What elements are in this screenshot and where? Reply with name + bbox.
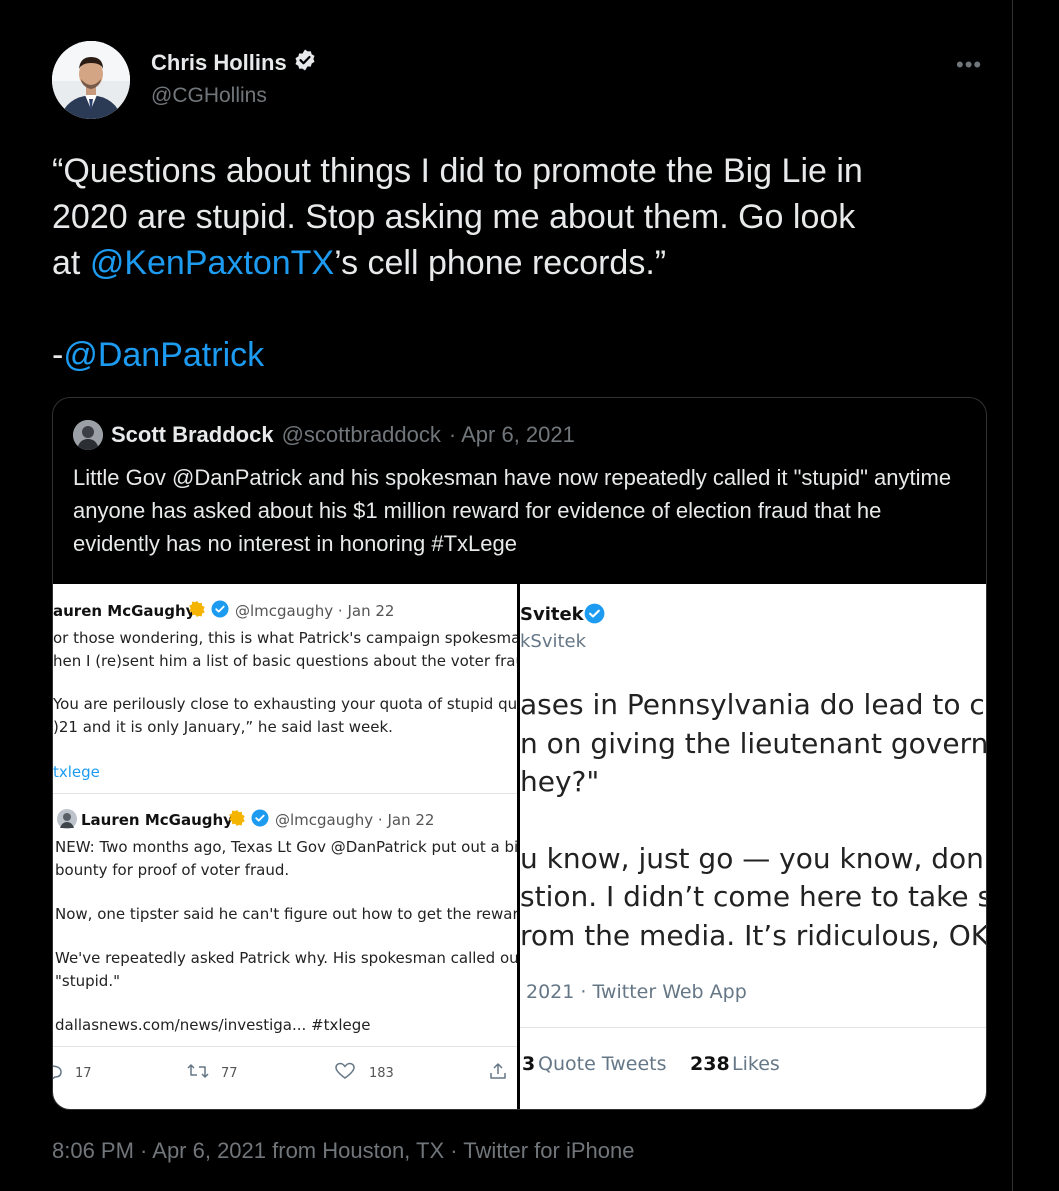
embedded-text-line: hen I (re)sent him a list of basic quest… (53, 652, 517, 670)
author-avatar[interactable] (52, 41, 130, 119)
embedded-text-line: Now, one tipster said he can't figure ou… (55, 905, 517, 923)
quote-image-left[interactable]: auren McGaughy @lmcgaughy · Jan 22 or th… (53, 584, 517, 1109)
gold-badge-icon (188, 600, 206, 622)
quote-image-right[interactable]: Svitek kSvitek ases in Pennsylvania do l… (520, 584, 986, 1109)
gold-badge-icon (228, 809, 246, 831)
embedded-divider (520, 1027, 986, 1028)
quote-author-handle[interactable]: @scottbraddock (282, 422, 441, 448)
embedded-text-line: You are perilously close to exhausting y… (53, 695, 517, 713)
embedded-meta: 2021 · Twitter Web App (526, 981, 747, 1003)
quote-author-name[interactable]: Scott Braddock (111, 422, 274, 448)
embedded-meta: @lmcgaughy · Jan 22 (275, 811, 435, 829)
embedded-text-line: rom the media. It’s ridiculous, OK? (520, 919, 986, 952)
tweet-text-segment: at (52, 244, 90, 282)
quote-text: Little Gov @DanPatrick and his spokesman… (73, 465, 952, 556)
embedded-text-line: NEW: Two months ago, Texas Lt Gov @DanPa… (55, 838, 517, 856)
tweet-line: at @KenPaxtonTX’s cell phone records.” (52, 240, 992, 286)
embedded-text-line: or those wondering, this is what Patrick… (53, 629, 517, 647)
embedded-link: dallasnews.com/news/investiga... #txlege (55, 1016, 371, 1034)
retweet-count: 77 (221, 1066, 238, 1081)
embedded-author-name: auren McGaughy (53, 602, 196, 620)
embedded-hashtag: txlege (53, 763, 100, 781)
quote-date: · Apr 6, 2021 (448, 422, 575, 447)
embedded-text-line: ases in Pennsylvania do lead to co (520, 688, 986, 721)
likes-label: Likes (732, 1053, 780, 1075)
tweet-text-segment: - (52, 336, 64, 374)
reply-icon (53, 1064, 63, 1084)
verified-badge-icon (251, 809, 269, 831)
verified-badge-icon (293, 48, 317, 77)
author-name-row: Chris Hollins (151, 48, 317, 77)
more-options-icon[interactable]: ••• (956, 52, 982, 78)
tweet-text: “Questions about things I did to promote… (52, 148, 992, 378)
quote-tweet-count: 3 (522, 1053, 536, 1075)
embedded-text-line: )21 and it is only January,” he said las… (53, 718, 393, 736)
like-icon (335, 1062, 355, 1084)
embedded-meta: @lmcgaughy · Jan 22 (235, 602, 395, 620)
tweet-timestamp[interactable]: 8:06 PM · Apr 6, 2021 from Houston, TX ·… (52, 1138, 634, 1164)
tweet-signature: -@DanPatrick (52, 332, 992, 378)
author-name[interactable]: Chris Hollins (151, 50, 287, 76)
embedded-divider (53, 1046, 517, 1047)
verified-badge-icon (211, 600, 229, 622)
share-icon (489, 1062, 507, 1084)
embedded-text-line: "stupid." (55, 972, 120, 990)
embedded-text-line: We've repeatedly asked Patrick why. His … (55, 949, 517, 967)
quote-author-avatar[interactable] (73, 420, 103, 450)
mention-link[interactable]: @KenPaxtonTX (90, 244, 334, 282)
embedded-author-name: Lauren McGaughy (81, 811, 233, 829)
column-border (1012, 0, 1013, 1191)
reply-count: 17 (75, 1066, 92, 1081)
embedded-divider (53, 793, 517, 794)
embedded-handle: kSvitek (520, 631, 587, 652)
embedded-text-line: stion. I didn’t come here to take st (520, 880, 986, 913)
embedded-avatar (57, 809, 77, 833)
embedded-author-name: Svitek (520, 604, 584, 625)
tweet-line: 2020 are stupid. Stop asking me about th… (52, 198, 856, 236)
embedded-text-line: bounty for proof of voter fraud. (55, 861, 290, 879)
embedded-text-line: u know, just go — you know, don (520, 842, 984, 875)
embedded-text-line: hey?" (520, 765, 600, 798)
tweet-line: “Questions about things I did to promote… (52, 152, 863, 190)
embedded-text-line: n on giving the lieutenant governo (520, 727, 986, 760)
verified-badge-icon (584, 603, 605, 628)
quote-tweet-card[interactable]: Scott Braddock @scottbraddock · Apr 6, 2… (52, 397, 987, 1110)
author-handle[interactable]: @CGHollins (151, 84, 267, 108)
mention-link[interactable]: @DanPatrick (63, 336, 264, 374)
like-count: 183 (369, 1066, 394, 1081)
retweet-icon (187, 1062, 209, 1084)
quote-tweet-label: Quote Tweets (538, 1053, 667, 1075)
quote-header: Scott Braddock @scottbraddock · Apr 6, 2… (73, 420, 575, 450)
likes-count: 238 (690, 1053, 730, 1075)
tweet-text-segment: ’s cell phone records.” (334, 244, 667, 282)
